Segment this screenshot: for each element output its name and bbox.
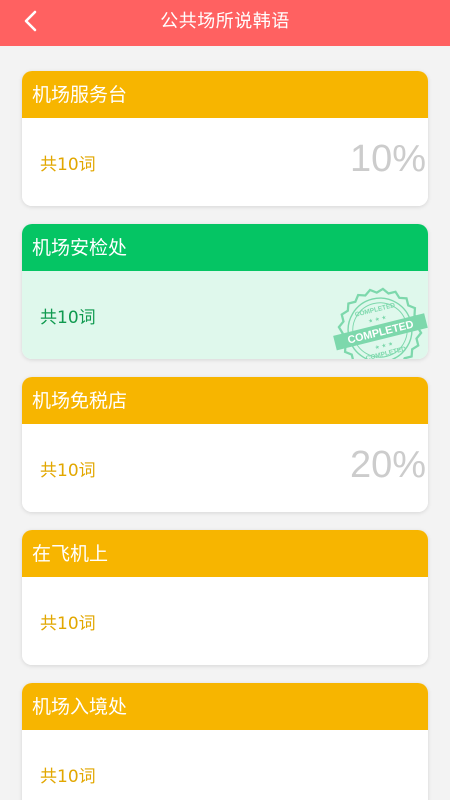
lesson-card-body: 共10词 (22, 730, 428, 800)
lesson-card-body: 共10词 20% (22, 424, 428, 512)
word-count: 共10词 (40, 461, 96, 481)
word-count: 共10词 (40, 308, 96, 328)
lesson-title: 机场安检处 (22, 224, 428, 271)
header-bar: 公共场所说韩语 (0, 0, 450, 46)
lesson-title: 在飞机上 (22, 530, 428, 577)
lesson-card[interactable]: 机场安检处共10词 COMPLETED ★ ★ ★ COMPLETED ★ ★ ★ COM… (22, 224, 428, 359)
word-count: 共10词 (40, 155, 96, 175)
lesson-card-body: 共10词 10% (22, 118, 428, 206)
lesson-card[interactable]: 机场入境处共10词 (22, 683, 428, 800)
lesson-title: 机场免税店 (22, 377, 428, 424)
progress-percent: 20% (349, 444, 426, 486)
lesson-card-body: 共10词 COMPLETED ★ ★ ★ COMPLETED ★ ★ ★ COMPLETE… (22, 271, 428, 359)
lesson-title: 机场服务台 (22, 71, 428, 118)
lesson-card-body: 共10词 (22, 577, 428, 665)
lesson-list: 机场服务台 共10词 10% 机场安检处 共10词 COMPLETED ★ ★ ★ COMPL… (22, 71, 428, 800)
completed-stamp-icon: COMPLETED ★ ★ ★ COMPLETED ★ ★ ★ COMPLETED (328, 285, 428, 359)
progress-percent: 10% (349, 138, 426, 180)
stamp-text-banner: COMPLETED (346, 318, 415, 346)
lesson-card[interactable]: 机场服务台共10词 10% (22, 71, 428, 206)
lesson-title: 机场入境处 (22, 683, 428, 730)
lesson-card[interactable]: 机场免税店共10词 20% (22, 377, 428, 512)
lesson-card[interactable]: 在飞机上共10词 (22, 530, 428, 665)
word-count: 共10词 (40, 767, 96, 787)
app-screen: 公共场所说韩语 机场服务台 共10词 10% 机场安检处 共10词 COMPLETED ★ … (0, 0, 450, 800)
word-count: 共10词 (40, 614, 96, 634)
page-title: 公共场所说韩语 (160, 11, 290, 32)
